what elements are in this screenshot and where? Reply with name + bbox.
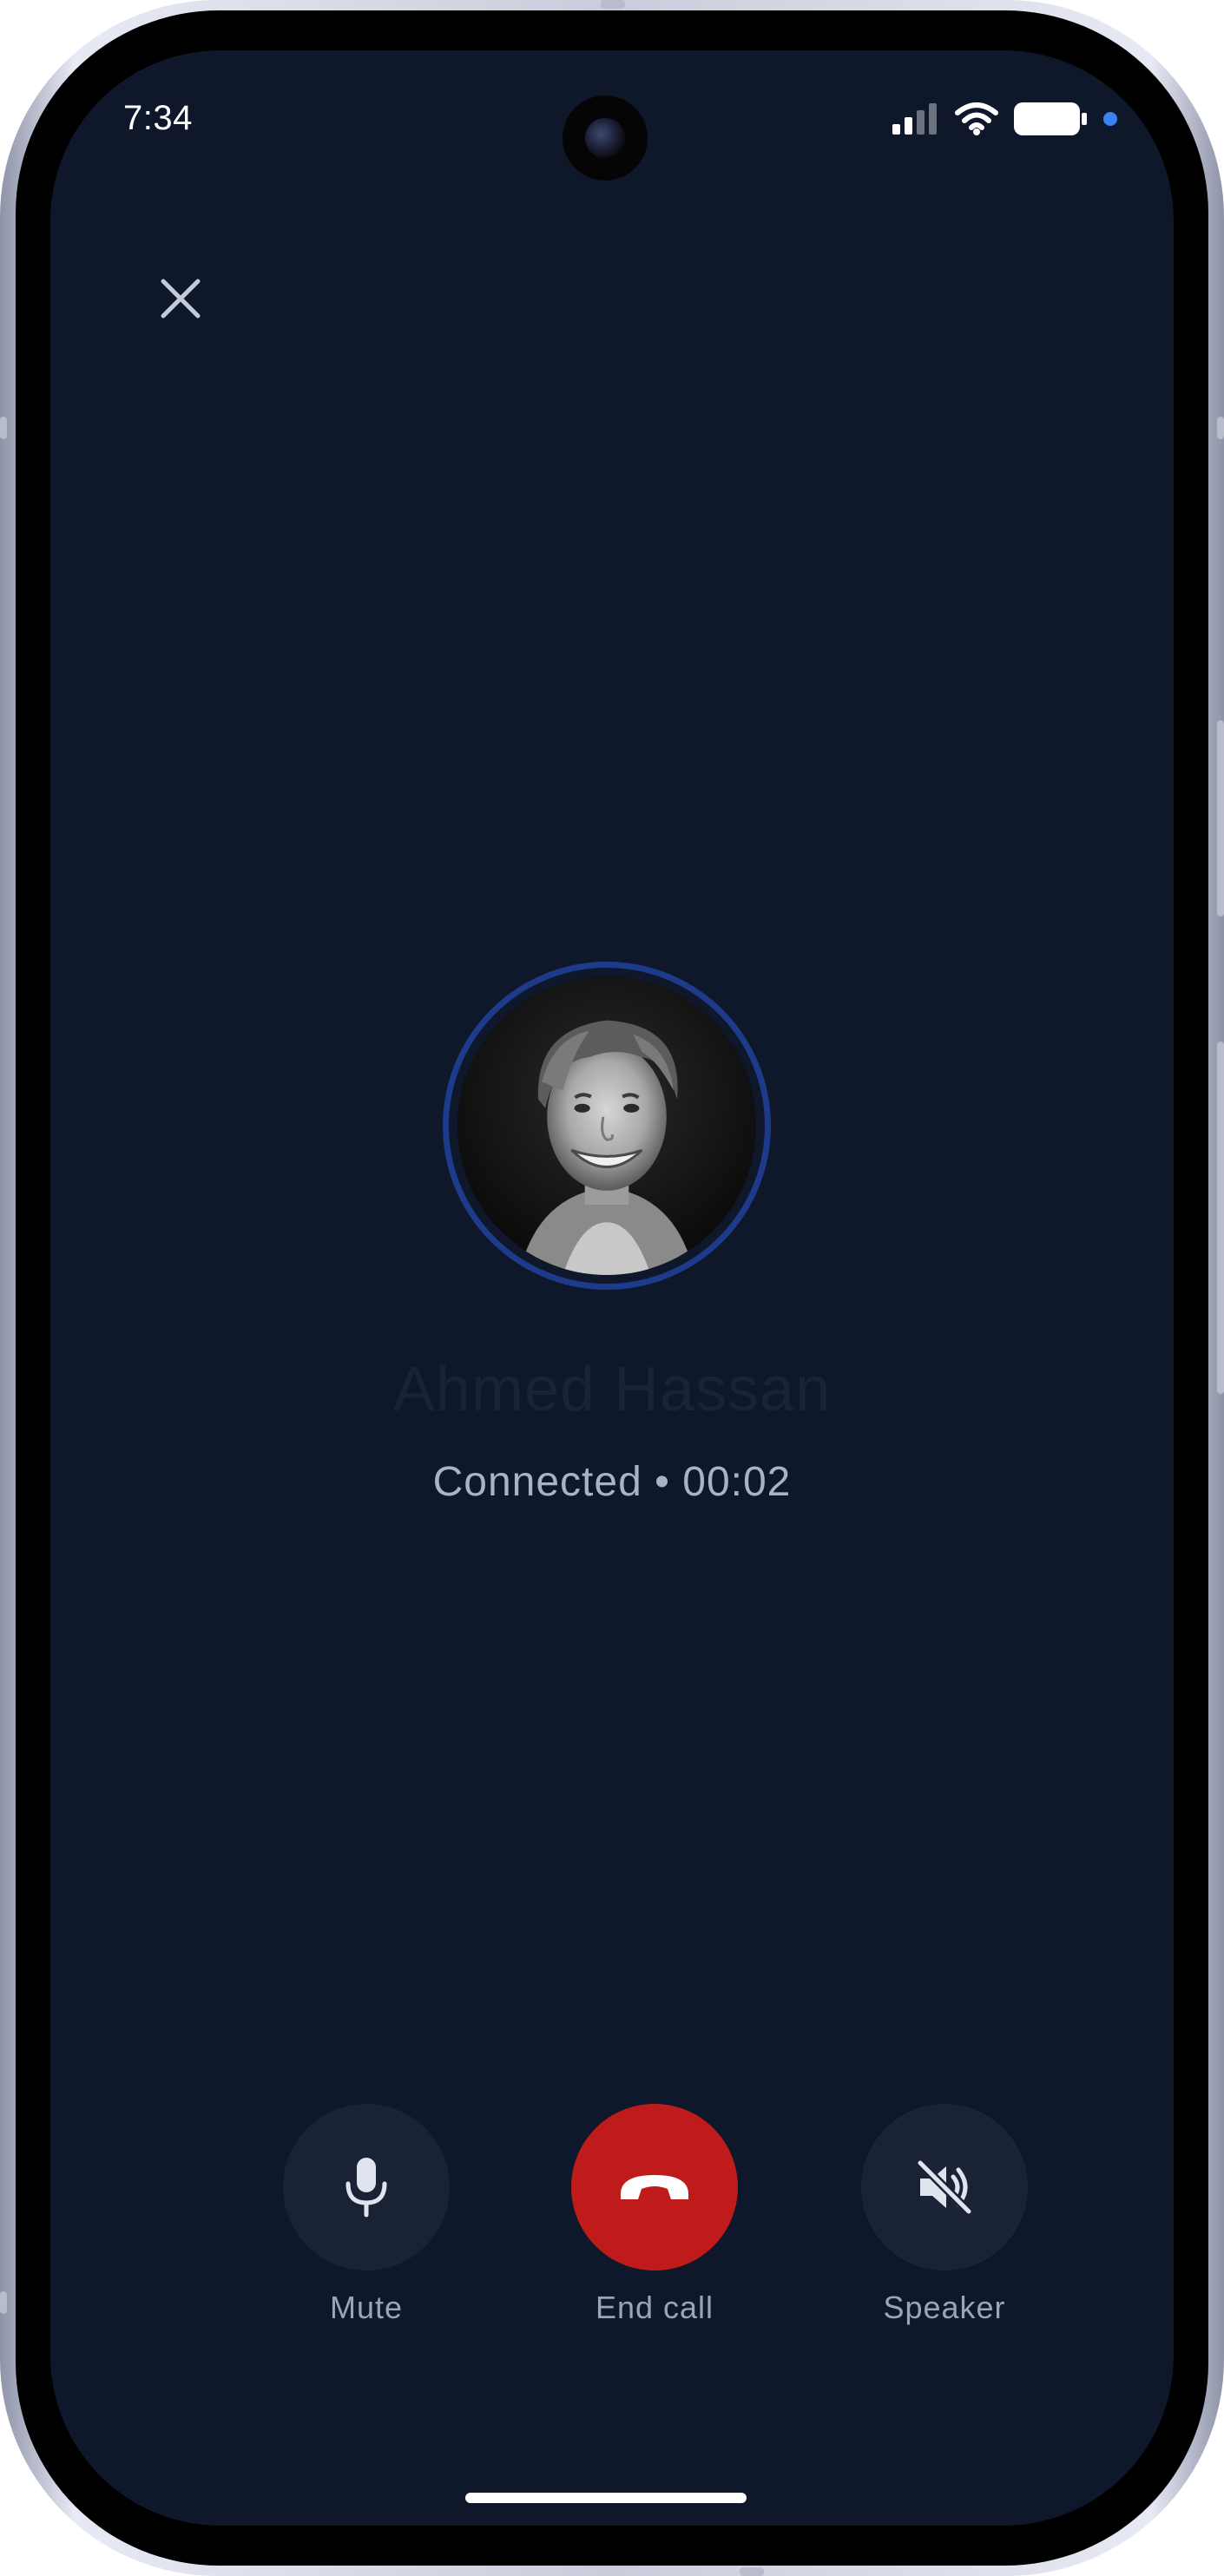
volume-down-button xyxy=(1217,1042,1224,1394)
call-controls: Mute End call Speaker xyxy=(50,2104,1174,2347)
home-indicator[interactable] xyxy=(465,2493,747,2503)
camera-lens xyxy=(585,118,625,158)
contact-name: Ahmed Hassan xyxy=(392,1355,832,1424)
front-camera xyxy=(563,95,648,181)
close-button[interactable] xyxy=(149,267,212,330)
speaker-label: Speaker xyxy=(883,2290,1006,2325)
mute-control: Mute xyxy=(253,2104,479,2326)
close-icon xyxy=(161,279,201,319)
end-call-label: End call xyxy=(595,2290,714,2325)
side-button-top xyxy=(601,0,625,9)
mute-button[interactable] xyxy=(283,2104,450,2270)
volume-up-button xyxy=(1217,720,1224,917)
cellular-signal-icon xyxy=(892,103,937,135)
speaker-muted-icon xyxy=(916,2159,973,2216)
call-status: Connected • 00:02 xyxy=(432,1459,792,1505)
side-button-bottom xyxy=(740,2567,764,2576)
avatar-photo xyxy=(457,976,756,1275)
microphone-icon xyxy=(345,2158,387,2218)
call-screen: 7:34 Ahmed Hassan Connected • 00:02 Mute… xyxy=(50,50,1174,2526)
phone-frame: 7:34 Ahmed Hassan Connected • 00:02 Mute… xyxy=(0,0,1224,2576)
phone-hangup-icon xyxy=(621,2175,688,2199)
side-button-left xyxy=(0,417,7,439)
status-time: 7:34 xyxy=(123,99,193,137)
end-call-button[interactable] xyxy=(571,2104,738,2270)
status-dot-icon xyxy=(1103,112,1117,126)
avatar xyxy=(457,976,756,1275)
speaker-button[interactable] xyxy=(861,2104,1028,2270)
end-call-control: End call xyxy=(542,2104,767,2326)
wifi-icon xyxy=(955,102,998,135)
side-button-left-bottom xyxy=(0,2291,7,2314)
battery-icon xyxy=(1014,102,1087,135)
avatar-ring xyxy=(443,962,771,1290)
side-button-right-top xyxy=(1217,417,1224,439)
status-icons xyxy=(892,101,1118,137)
mute-label: Mute xyxy=(329,2290,404,2325)
speaker-control: Speaker xyxy=(832,2104,1057,2326)
